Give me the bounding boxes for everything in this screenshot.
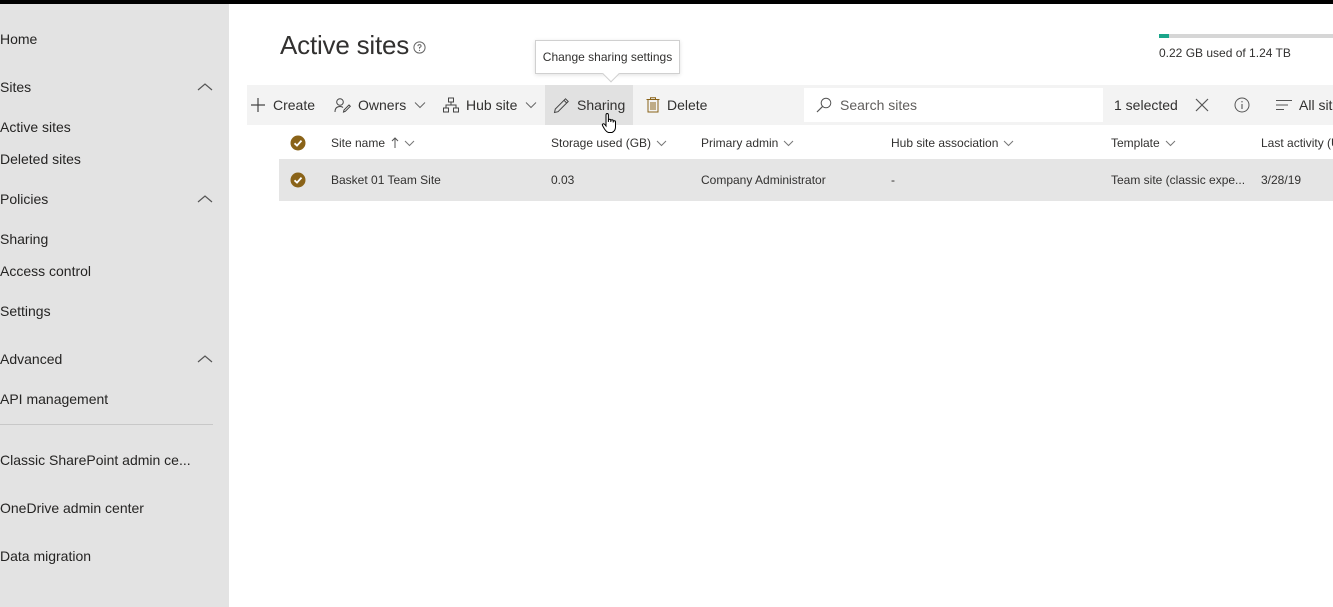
person-edit-icon xyxy=(334,98,351,113)
sidebar-item-api-management[interactable]: API management xyxy=(0,391,108,407)
delete-label: Delete xyxy=(667,97,708,113)
cell-storage-used: 0.03 xyxy=(551,173,575,187)
selection-count: 1 selected xyxy=(1114,97,1178,113)
sidebar-item-home[interactable]: Home xyxy=(0,31,37,47)
search-icon xyxy=(816,97,832,113)
view-selector[interactable]: All sites xyxy=(1276,85,1333,125)
sidebar-item-settings[interactable]: Settings xyxy=(0,303,51,319)
cell-primary-admin: Company Administrator xyxy=(701,173,826,187)
row-select-checkbox[interactable] xyxy=(290,172,306,188)
chevron-down-icon xyxy=(784,140,794,146)
column-label: Primary admin xyxy=(701,136,779,150)
storage-usage-text: 0.22 GB used of 1.24 TB xyxy=(1159,46,1291,60)
clear-selection-button[interactable] xyxy=(1192,85,1219,125)
sidebar-item-data-migration[interactable]: Data migration xyxy=(0,548,91,564)
chevron-down-icon xyxy=(656,140,667,146)
question-circle-icon[interactable] xyxy=(413,41,426,54)
column-label: Template xyxy=(1111,136,1160,150)
storage-progress-bar xyxy=(1159,34,1333,38)
sidebar-item-advanced[interactable]: Advanced xyxy=(0,351,62,367)
delete-button[interactable]: Delete xyxy=(642,85,711,125)
search-box[interactable]: Search sites xyxy=(804,88,1103,122)
hand-cursor-icon xyxy=(601,112,616,133)
pencil-icon xyxy=(553,97,569,113)
sidebar-item-onedrive-admin[interactable]: OneDrive admin center xyxy=(0,500,144,516)
storage-progress-fill xyxy=(1159,34,1169,38)
chevron-down-icon xyxy=(1004,140,1014,146)
main-content: Active sites 0.22 GB used of 1.24 TB Cre… xyxy=(229,4,1333,607)
column-label: Last activity (UTC) xyxy=(1261,136,1333,150)
owners-label: Owners xyxy=(358,97,407,113)
cell-site-name[interactable]: Basket 01 Team Site xyxy=(331,159,441,201)
chevron-down-icon xyxy=(414,102,426,109)
chevron-up-icon[interactable] xyxy=(196,353,214,365)
column-label: Hub site association xyxy=(891,136,999,150)
sidebar-item-active-sites[interactable]: Active sites xyxy=(0,119,71,135)
view-selector-label: All sites xyxy=(1299,97,1333,113)
sidebar-item-policies[interactable]: Policies xyxy=(0,191,48,207)
hub-site-icon xyxy=(443,97,459,113)
hub-site-button[interactable]: Hub site xyxy=(439,85,541,125)
sharing-button[interactable]: Sharing xyxy=(545,85,633,125)
sharing-label: Sharing xyxy=(577,97,626,113)
create-button[interactable]: Create xyxy=(247,85,319,125)
chevron-up-icon[interactable] xyxy=(196,193,214,205)
hub-site-label: Hub site xyxy=(466,97,518,113)
column-label: Site name xyxy=(331,136,386,150)
owners-button[interactable]: Owners xyxy=(330,85,430,125)
cell-hub-site-association: - xyxy=(891,173,895,187)
sidebar-item-access-control[interactable]: Access control xyxy=(0,263,91,279)
column-header-hub-site-association[interactable]: Hub site association xyxy=(891,129,1014,157)
column-header-site-name[interactable]: Site name xyxy=(331,129,415,157)
chevron-down-icon xyxy=(404,140,415,146)
sidebar-nav: Home Sites Active sites Deleted sites Po… xyxy=(0,4,229,607)
sidebar-item-classic-sharepoint[interactable]: Classic SharePoint admin ce... xyxy=(0,452,191,468)
chevron-down-icon xyxy=(526,102,537,109)
plus-icon xyxy=(251,98,265,112)
column-header-template[interactable]: Template xyxy=(1111,129,1176,157)
column-label: Storage used (GB) xyxy=(551,136,652,150)
sidebar-item-deleted-sites[interactable]: Deleted sites xyxy=(0,151,81,167)
column-header-last-activity[interactable]: Last activity (UTC) xyxy=(1261,129,1333,157)
sidebar-divider xyxy=(0,424,213,425)
info-icon xyxy=(1234,97,1250,113)
create-label: Create xyxy=(273,97,316,113)
trash-icon xyxy=(646,97,660,113)
cell-template: Team site (classic expe... xyxy=(1111,173,1246,187)
storage-usage: 0.22 GB used of 1.24 TB xyxy=(1159,34,1333,60)
table-header: Site name Storage used (GB) Primary admi… xyxy=(279,129,1333,157)
column-header-primary-admin[interactable]: Primary admin xyxy=(701,129,794,157)
chevron-up-icon[interactable] xyxy=(196,81,214,93)
cell-last-activity: 3/28/19 xyxy=(1261,173,1302,187)
sidebar-item-sites[interactable]: Sites xyxy=(0,79,31,95)
command-bar: Create Owners Hub site Sharing Delete Se… xyxy=(247,85,1333,125)
info-button[interactable] xyxy=(1231,85,1260,125)
select-all-checkbox[interactable] xyxy=(290,135,306,151)
sidebar-item-sharing[interactable]: Sharing xyxy=(0,231,48,247)
close-icon xyxy=(1195,98,1209,112)
search-input[interactable]: Search sites xyxy=(840,97,917,113)
table-row[interactable]: Basket 01 Team Site 0.03 Company Adminis… xyxy=(279,159,1333,201)
chevron-down-icon xyxy=(1165,140,1176,146)
sort-ascending-icon xyxy=(391,137,399,148)
page-title: Active sites xyxy=(280,30,410,60)
filter-lines-icon xyxy=(1276,99,1292,111)
